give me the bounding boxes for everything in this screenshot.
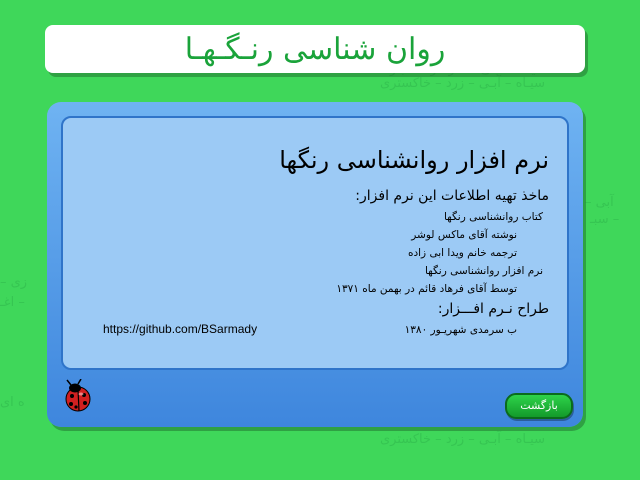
ladybug-icon	[65, 379, 91, 412]
background-text: – اغـ	[0, 295, 25, 310]
source-line-author: نوشته آقای ماکس لوشر	[411, 229, 517, 241]
source-line-software: نرم افزار روانشناسی رنگها	[424, 265, 543, 277]
background-text: آبی –	[585, 195, 614, 210]
background-text: زی –	[0, 275, 28, 290]
source-line-translator: ترجمه خانم ویدا ابی زاده	[407, 247, 517, 259]
about-dialog: نرم افزار روانشناسی رنگها ماخذ تهیه اطلا…	[47, 102, 583, 427]
github-link[interactable]: https://github.com/BSarmady	[103, 322, 257, 336]
designer-line: ب سرمدی شهریـور ۱۳۸۰	[404, 324, 517, 336]
designer-heading: طراح نـرم افـــزار:	[437, 301, 549, 317]
info-panel: نرم افزار روانشناسی رنگها ماخذ تهیه اطلا…	[61, 116, 569, 370]
background-text: – سبـ	[590, 212, 620, 227]
background-text: سیـاه – آبـی – زرد – خاکستری	[380, 432, 545, 447]
background-text: سیـاه – آبـی – زرد – خاکستری	[380, 76, 545, 91]
source-line-developer: توسط آقای فرهاد قائم در بهمن ماه ۱۳۷۱	[336, 283, 517, 295]
app-title: روان شناسی رنـگـهـا	[184, 31, 446, 67]
panel-title: نرم افزار روانشناسی رنگها	[279, 146, 549, 174]
back-button[interactable]: بازگشت	[505, 393, 573, 419]
title-banner: روان شناسی رنـگـهـا	[45, 25, 585, 73]
background-text: ه ای	[0, 395, 25, 410]
sources-heading: ماخذ تهیه اطلاعات این نرم افزار:	[355, 188, 549, 204]
source-line-book: کتاب روانشناسی رنگها	[443, 211, 543, 223]
